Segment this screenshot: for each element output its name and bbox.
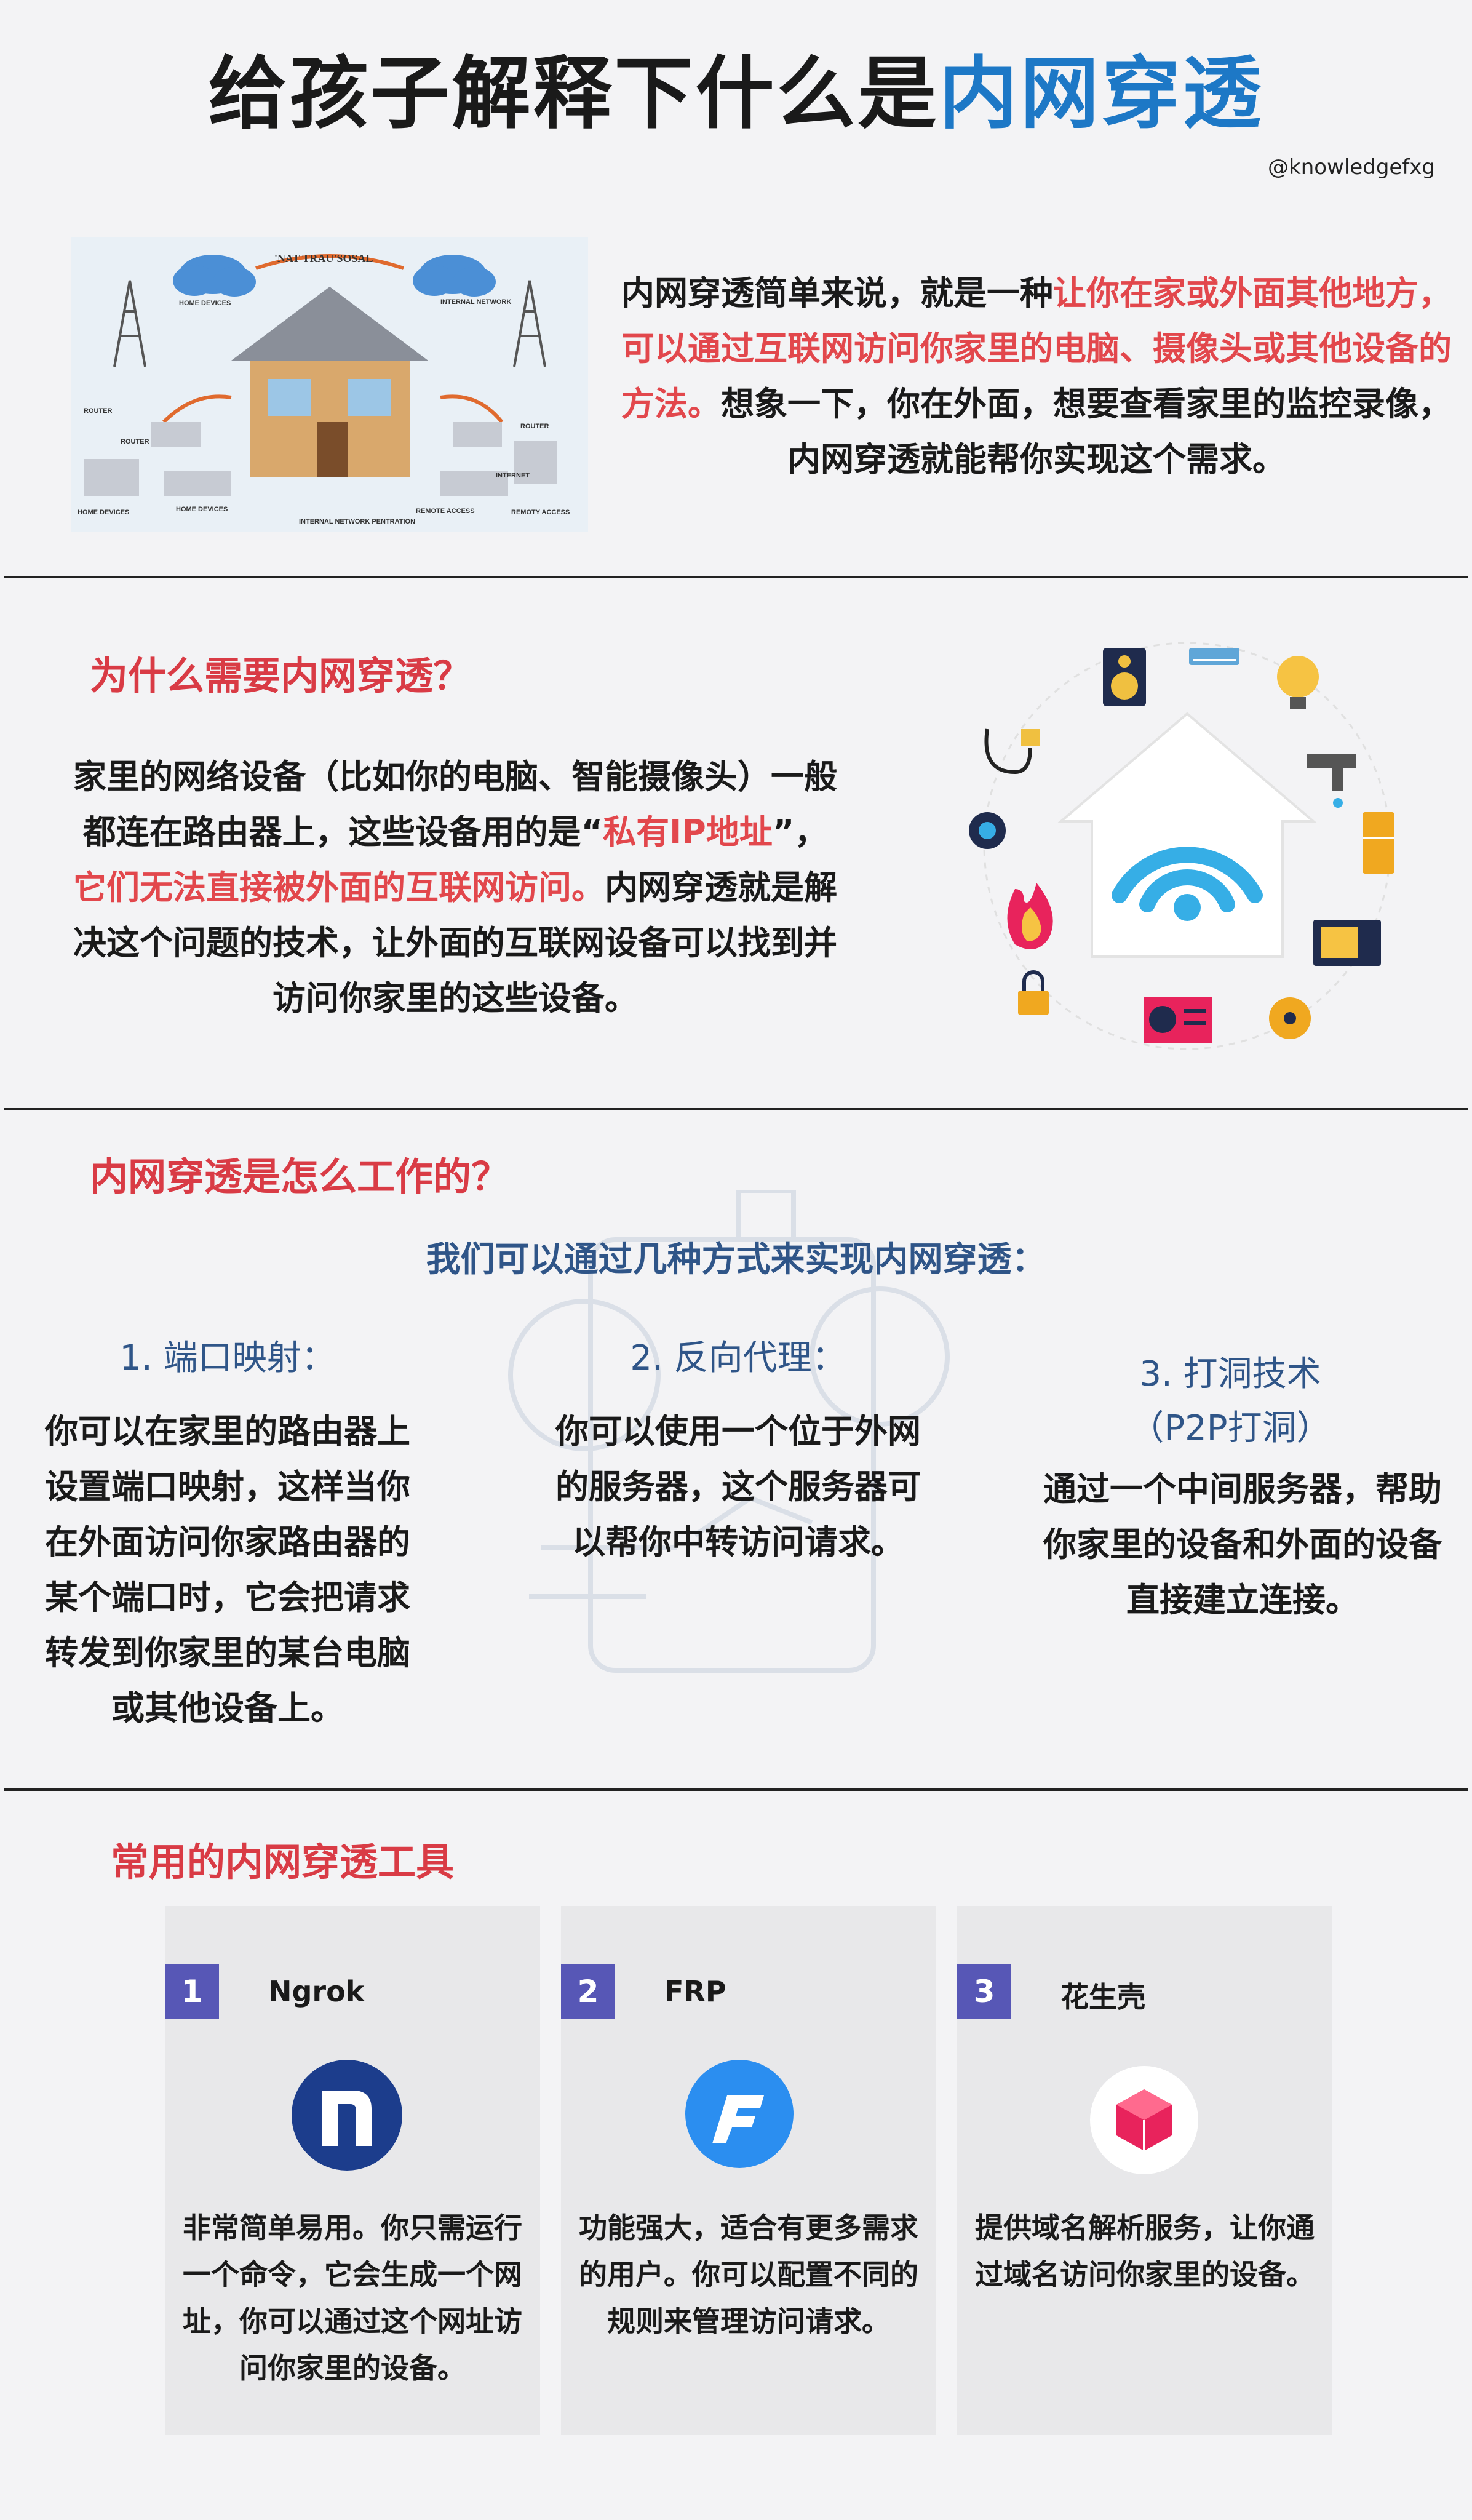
camera-icon bbox=[969, 812, 1006, 849]
fire-icon bbox=[1007, 883, 1053, 949]
frp-logo-icon bbox=[685, 2060, 794, 2168]
svg-text:HOME DEVICES: HOME DEVICES bbox=[179, 300, 231, 307]
svg-text:ROUTER: ROUTER bbox=[121, 438, 149, 445]
light-bulb-icon bbox=[1277, 656, 1319, 709]
section-divider bbox=[4, 576, 1468, 578]
why-heading: 为什么需要内网穿透？ bbox=[90, 653, 472, 698]
svg-text:REMOTY ACCESS: REMOTY ACCESS bbox=[511, 509, 570, 516]
tool-desc: 功能强大，适合有更多需求的用户。你可以配置不同的规则来管理访问请求。 bbox=[579, 2211, 918, 2338]
svg-text:ROUTER: ROUTER bbox=[520, 423, 549, 430]
section-divider bbox=[4, 1108, 1468, 1110]
tools-heading: 常用的内网穿透工具 bbox=[111, 1840, 455, 1884]
svg-text:'NAT TRAU'SOSAL: 'NAT TRAU'SOSAL bbox=[274, 252, 373, 265]
how-subheading: 我们可以通过几种方式来实现内网穿透： bbox=[426, 1240, 1046, 1280]
method-3-subtitle: （P2P打洞） bbox=[1129, 1408, 1331, 1448]
microwave-icon bbox=[1313, 920, 1381, 966]
method-2-desc: 你可以使用一个位于外网的服务器，这个服务器可以帮你中转访问请求。 bbox=[555, 1412, 921, 1561]
method-3-desc: 通过一个中间服务器，帮助你家里的设备和外面的设备直接建立连接。 bbox=[1043, 1470, 1442, 1619]
method-2-title: 2. 反向代理： bbox=[630, 1338, 846, 1378]
smart-home-graphic bbox=[963, 624, 1412, 1067]
fan-panel-icon bbox=[1144, 997, 1212, 1043]
method-1-desc: 你可以在家里的路由器上设置端口映射，这样当你在外面访问你家路由器的某个端口时，它… bbox=[45, 1412, 410, 1728]
oray-logo-icon bbox=[1090, 2066, 1198, 2174]
intro-paragraph: 内网穿透简单来说，就是一种让你在家或外面其他地方，可以通过互联网访问你家里的电脑… bbox=[621, 274, 1452, 479]
author-handle: @knowledgefxg bbox=[1268, 155, 1435, 180]
tool-number-badge: 3 bbox=[957, 1964, 1011, 2019]
tool-desc: 提供域名解析服务，让你通过域名访问你家里的设备。 bbox=[975, 2211, 1315, 2291]
fridge-icon bbox=[1363, 812, 1394, 874]
speaker-icon bbox=[1103, 648, 1146, 706]
tool-desc: 非常简单易用。你只需运行一个命令，它会生成一个网址，你可以通过这个网址访问你家里… bbox=[183, 2211, 522, 2385]
svg-text:INTERNET: INTERNET bbox=[496, 472, 530, 479]
svg-text:INTERNAL NETWORK PENTRATION: INTERNAL NETWORK PENTRATION bbox=[299, 518, 415, 525]
svg-text:REMOTE ACCESS: REMOTE ACCESS bbox=[416, 508, 475, 515]
tool-name: Ngrok bbox=[268, 1975, 365, 2008]
tool-number-badge: 2 bbox=[561, 1964, 615, 2019]
ngrok-logo-icon bbox=[292, 2060, 402, 2171]
tool-card-frp: 2 FRP 功能强大，适合有更多需求的用户。你可以配置不同的规则来管理访问请求。 bbox=[561, 1906, 936, 2435]
tool-name: FRP bbox=[664, 1975, 726, 2008]
air-conditioner-icon bbox=[1189, 648, 1239, 665]
plug-icon bbox=[984, 728, 1040, 775]
faucet-icon bbox=[1307, 754, 1356, 808]
method-1-title: 1. 端口映射： bbox=[119, 1338, 336, 1378]
svg-text:HOME DEVICES: HOME DEVICES bbox=[176, 506, 228, 513]
network-illustration: 'NAT TRAU'SOSAL HOME DEVICES INTERNAL NE… bbox=[71, 237, 588, 532]
section-divider bbox=[4, 1788, 1468, 1791]
svg-text:HOME DEVICES: HOME DEVICES bbox=[78, 509, 129, 516]
svg-text:INTERNAL NETWORK: INTERNAL NETWORK bbox=[440, 298, 511, 306]
how-heading: 内网穿透是怎么工作的？ bbox=[90, 1154, 510, 1199]
page-title: 给孩子解释下什么是内网穿透 bbox=[0, 30, 1472, 143]
tool-card-oray: 3 花生壳 提供域名解析服务，让你通过域名访问你家里的设备。 bbox=[957, 1906, 1332, 2435]
tool-card-ngrok: 1 Ngrok 非常简单易用。你只需运行一个命令，它会生成一个网址，你可以通过这… bbox=[165, 1906, 540, 2435]
tool-number-badge: 1 bbox=[165, 1964, 219, 2019]
title-highlight: 内网穿透 bbox=[939, 48, 1264, 140]
svg-text:ROUTER: ROUTER bbox=[84, 407, 113, 415]
tool-name: 花生壳 bbox=[1060, 1980, 1145, 2014]
why-paragraph: 家里的网络设备（比如你的电脑、智能摄像头）一般都连在路由器上，这些设备用的是“私… bbox=[73, 757, 837, 1018]
intro-illustration: 'NAT TRAU'SOSAL HOME DEVICES INTERNAL NE… bbox=[71, 237, 588, 532]
method-3-title: 3. 打洞技术 bbox=[1139, 1354, 1321, 1394]
title-prefix: 给孩子解释下什么是 bbox=[208, 48, 939, 140]
fan-icon bbox=[1269, 997, 1311, 1039]
